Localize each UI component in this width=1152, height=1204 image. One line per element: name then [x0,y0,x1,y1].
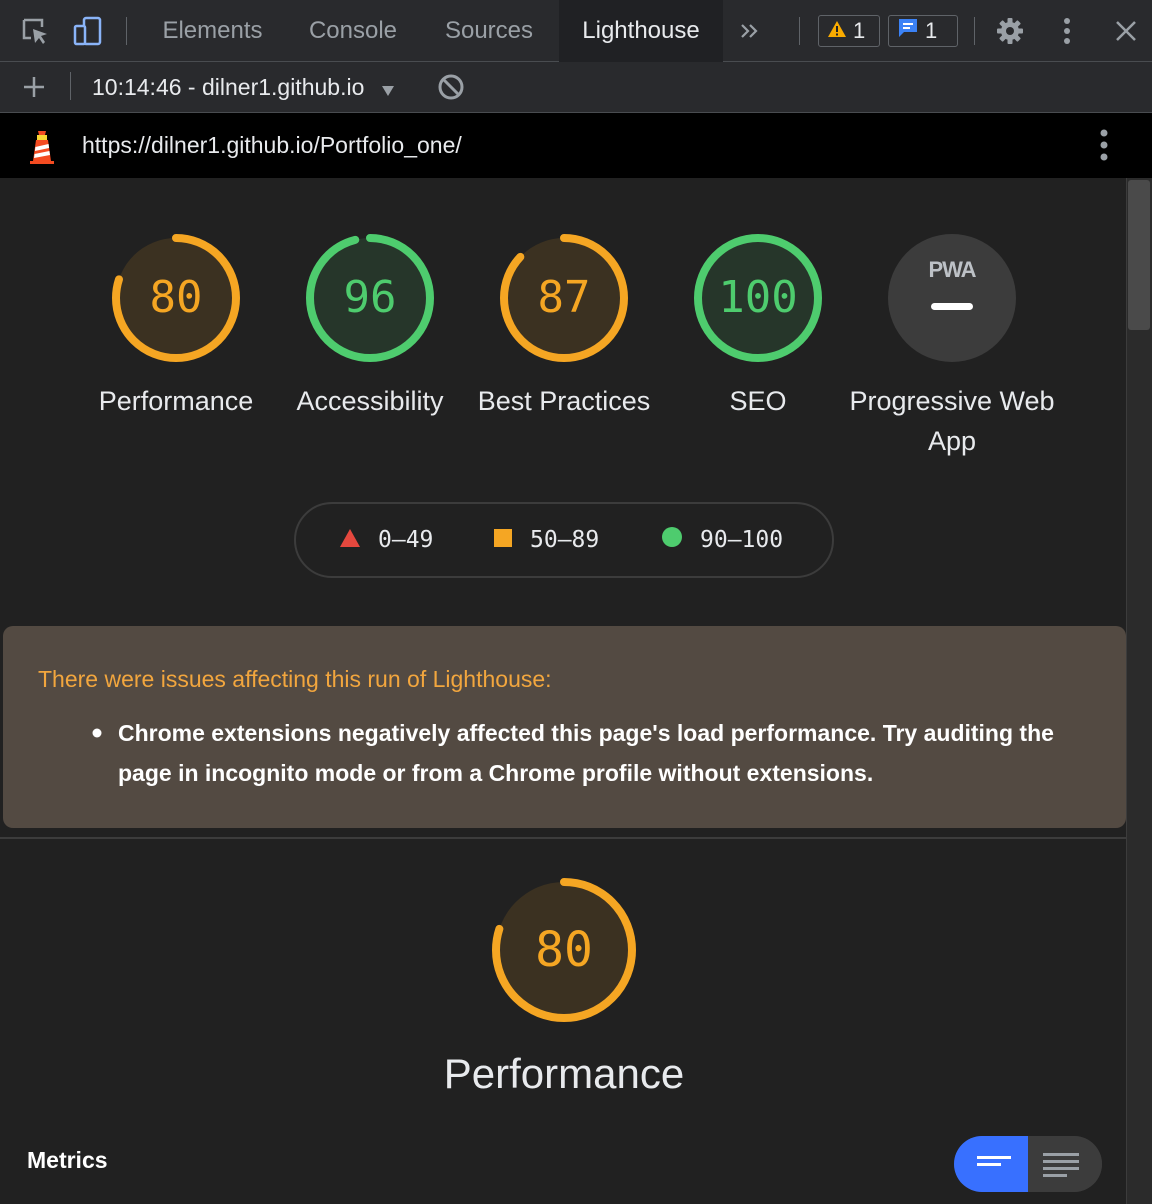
toolbar-divider [126,17,127,45]
gauge-arc: 96 [305,233,435,363]
gauge-performance[interactable]: 80 Performance [99,233,253,416]
gear-icon[interactable] [994,15,1026,47]
tab-sources[interactable]: Sources [421,0,557,62]
performance-score: 80 [535,922,593,978]
warnings-badge[interactable]: 1 [818,15,880,47]
toolbar-divider [974,17,975,45]
warning-item: Chrome extensions negatively affected th… [118,720,1054,786]
section-divider [0,837,1126,839]
run-warnings: There were issues affecting this run of … [3,626,1126,828]
gauge-score: 80 [149,272,203,323]
devtools-tab-bar: Elements Console Sources Lighthouse 1 1 [0,0,1152,62]
gauge-arc: 87 [499,233,629,363]
legend-range: 90–100 [700,527,784,553]
gauge-arc: 80 [111,233,241,363]
toolbar-divider [799,17,800,45]
pwa-icon: PWA [928,257,976,282]
score-legend: 0–49 50–89 90–100 [294,502,834,578]
inspect-element-icon[interactable] [19,15,51,47]
pwa-badge: PWA [887,233,1017,363]
gauge-pwa[interactable]: PWA Progressive Web App [849,233,1055,456]
legend-item-fail: 0–49 [340,504,433,576]
gauge-seo[interactable]: 100 SEO [693,233,823,416]
report-menu-icon[interactable] [1088,129,1120,161]
scrollbar-thumb[interactable] [1128,180,1150,330]
warning-icon [827,18,847,44]
bullet-icon [91,713,103,738]
square-icon [494,527,512,553]
gauge-score: 100 [718,272,798,323]
chevron-down-icon [381,64,395,114]
report-select[interactable]: 10:14:46 - dilner1.github.io [92,62,395,112]
tab-console[interactable]: Console [285,0,421,62]
legend-item-average: 50–89 [494,504,599,576]
chevron-double-right-icon[interactable] [734,15,766,47]
metrics-list-view-button[interactable] [954,1136,1028,1192]
triangle-icon [340,527,360,553]
report-url[interactable]: https://dilner1.github.io/Portfolio_one/ [82,113,462,178]
tab-elements[interactable]: Elements [140,0,285,62]
scrollbar-track[interactable] [1126,178,1152,1204]
performance-gauge: 80 [491,877,637,1023]
collapsed-list-icon [977,1156,1011,1166]
metrics-detail-view-button[interactable] [1028,1136,1102,1192]
gauge-label: Progressive Web App [849,386,1055,456]
messages-count: 1 [925,18,938,43]
gauge-score: 87 [537,272,591,323]
report-url-bar: https://dilner1.github.io/Portfolio_one/ [0,113,1152,178]
gauge-arc: 100 [693,233,823,363]
lighthouse-logo-icon [26,127,58,170]
circle-icon [662,527,682,553]
metrics-heading: Metrics [27,1147,108,1173]
legend-range: 50–89 [530,527,600,553]
legend-range: 0–49 [378,527,434,553]
performance-title: Performance [443,1050,685,1097]
expanded-list-icon [1043,1153,1079,1177]
close-icon[interactable] [1110,15,1142,47]
gauge-best-practices[interactable]: 87 Best Practices [478,233,650,416]
device-toolbar-icon[interactable] [72,15,104,47]
tab-lighthouse[interactable]: Lighthouse [559,0,723,62]
metrics-view-toggle[interactable] [954,1136,1102,1192]
message-icon [897,17,919,45]
warnings-count: 1 [853,18,866,43]
new-report-icon[interactable] [18,71,50,103]
clear-reports-icon[interactable] [435,71,467,103]
gauge-accessibility[interactable]: 96 Accessibility [296,233,444,416]
more-vertical-icon[interactable] [1051,15,1083,47]
lighthouse-report-toolbar: 10:14:46 - dilner1.github.io [0,62,1152,113]
toolbar-divider [70,72,71,100]
report-select-value: 10:14:46 - dilner1.github.io [92,74,365,100]
messages-badge[interactable]: 1 [888,15,958,47]
legend-item-pass: 90–100 [662,504,783,576]
gauge-score: 96 [343,272,397,323]
warning-title: There were issues affecting this run of … [38,666,552,692]
